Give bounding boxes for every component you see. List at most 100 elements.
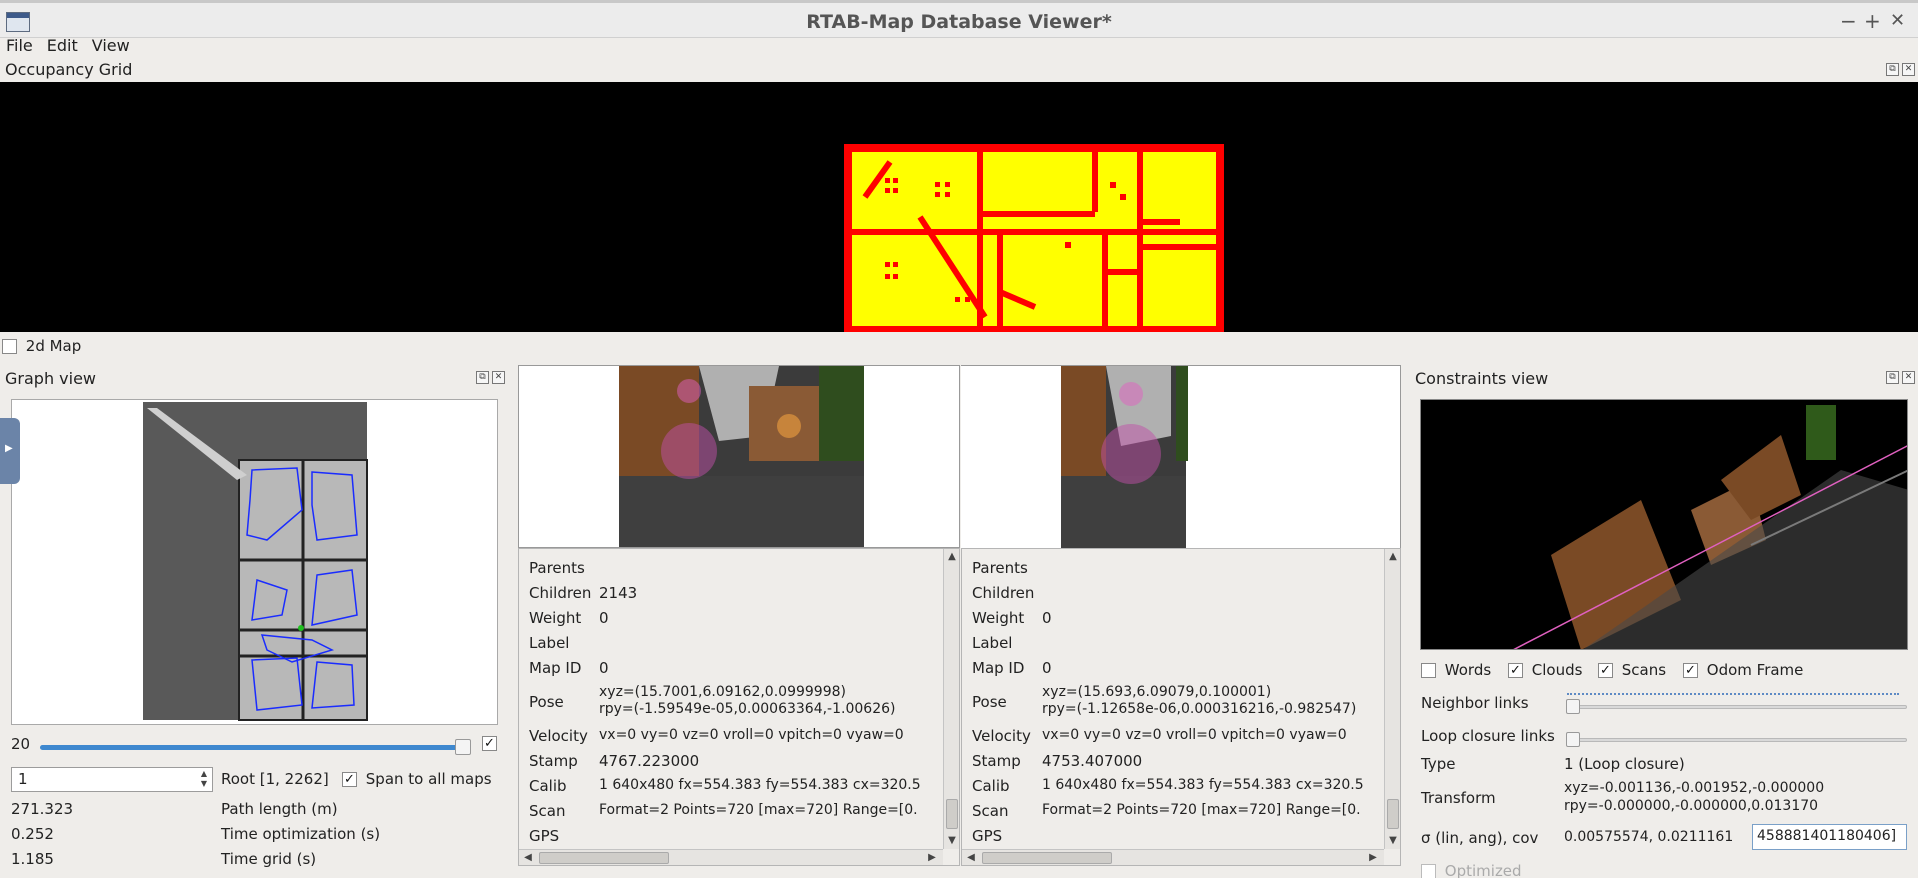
graph-map xyxy=(143,402,368,721)
scroll-thumb[interactable] xyxy=(982,852,1112,864)
occupancy-grid-view[interactable] xyxy=(0,82,1918,332)
clouds-label: Clouds xyxy=(1531,661,1583,679)
clouds-toggle[interactable]: Clouds xyxy=(1508,661,1582,679)
graph-slider-handle[interactable] xyxy=(455,739,471,755)
scans-checkbox[interactable] xyxy=(1598,663,1613,678)
maximize-button[interactable]: + xyxy=(1864,9,1881,33)
scroll-down-icon[interactable]: ▼ xyxy=(945,835,959,846)
graph-view-title: Graph view xyxy=(5,369,97,388)
menu-bar: File Edit View xyxy=(0,34,1918,58)
time-optimization-value: 0.252 xyxy=(11,825,54,843)
float-dock-icon[interactable]: ⧉ xyxy=(1886,371,1899,384)
window-title: RTAB-Map Database Viewer* xyxy=(806,11,1112,33)
root-spinbox-value: 1 xyxy=(18,770,28,788)
scroll-left-icon[interactable]: ◀ xyxy=(521,852,535,863)
optimized-label: Optimized xyxy=(1444,862,1522,878)
graph-view-canvas[interactable] xyxy=(11,399,498,725)
time-grid-value: 1.185 xyxy=(11,850,54,868)
neighbor-links-handle[interactable] xyxy=(1566,699,1580,714)
scroll-right-icon[interactable]: ▶ xyxy=(1366,852,1380,863)
float-dock-icon[interactable]: ⧉ xyxy=(476,371,489,384)
transform-xyz: xyz=-0.001136,-0.001952,-0.000000 xyxy=(1564,780,1825,796)
menu-view[interactable]: View xyxy=(86,34,138,58)
graph-iterations-slider[interactable] xyxy=(40,745,468,750)
constraints-cloud xyxy=(1513,405,1907,649)
odom-frame-toggle[interactable]: Odom Frame xyxy=(1683,661,1803,679)
left-image-view[interactable] xyxy=(518,365,960,548)
close-dock-icon[interactable]: ✕ xyxy=(1902,371,1915,384)
span-maps-checkbox[interactable] xyxy=(342,772,357,787)
loop-closure-links-slider[interactable] xyxy=(1567,738,1907,742)
scroll-up-icon[interactable]: ▲ xyxy=(945,551,959,562)
map2d-label: 2d Map xyxy=(25,337,82,355)
scroll-down-icon[interactable]: ▼ xyxy=(1386,835,1400,846)
menu-edit[interactable]: Edit xyxy=(41,34,86,58)
words-toggle[interactable]: Words xyxy=(1421,661,1491,679)
right-info-vscrollbar[interactable]: ▲ ▼ xyxy=(1384,549,1400,849)
optimized-toggle[interactable]: Optimized xyxy=(1421,862,1522,878)
occupancy-grid-title: Occupancy Grid xyxy=(5,60,133,79)
loop-closure-links-handle[interactable] xyxy=(1566,732,1580,747)
occupancy-map xyxy=(844,144,1224,332)
span-maps-toggle[interactable]: Span to all maps xyxy=(342,770,492,788)
scroll-thumb[interactable] xyxy=(539,852,669,864)
path-length-value: 271.323 xyxy=(11,800,74,818)
right-info-hscrollbar[interactable]: ◀ ▶ xyxy=(962,849,1384,865)
scroll-up-icon[interactable]: ▲ xyxy=(1386,551,1400,562)
type-value: 1 (Loop closure) xyxy=(1564,755,1685,773)
left-camera-image xyxy=(619,366,864,547)
title-bar: RTAB-Map Database Viewer* − + ✕ xyxy=(0,0,1918,38)
right-image-view[interactable] xyxy=(961,365,1401,548)
left-info-vscrollbar[interactable]: ▲ ▼ xyxy=(943,549,959,849)
transform-label: Transform xyxy=(1421,789,1496,807)
scroll-left-icon[interactable]: ◀ xyxy=(964,852,978,863)
neighbor-links-label: Neighbor links xyxy=(1421,694,1529,712)
scans-toggle[interactable]: Scans xyxy=(1598,661,1666,679)
constraints-3d-view[interactable] xyxy=(1420,399,1908,650)
neighbor-links-ticks xyxy=(1567,693,1899,696)
occupancy-dock-buttons: ⧉ ✕ xyxy=(1886,63,1915,76)
map2d-checkbox[interactable] xyxy=(2,339,17,354)
close-dock-icon[interactable]: ✕ xyxy=(492,371,505,384)
clouds-checkbox[interactable] xyxy=(1508,663,1523,678)
left-node-info-table: Parents Children 2143 Weight 0 Label Map I… xyxy=(518,548,960,866)
time-optimization-label: Time optimization (s) xyxy=(221,825,381,843)
path-length-label: Path length (m) xyxy=(221,800,338,818)
neighbor-links-slider[interactable] xyxy=(1567,705,1907,709)
graph-slider-checkbox[interactable] xyxy=(482,736,497,751)
words-label: Words xyxy=(1444,661,1492,679)
root-label: Root [1, 2262] xyxy=(221,770,329,788)
transform-rpy: rpy=-0.000000,-0.000000,0.013170 xyxy=(1564,798,1819,814)
play-icon: ▶ xyxy=(5,443,13,454)
graph-slider-value: 20 xyxy=(11,735,31,753)
words-checkbox[interactable] xyxy=(1421,663,1436,678)
covariance-field[interactable]: 458881401180406] xyxy=(1752,824,1907,850)
sigma-value: 0.00575574, 0.0211161 xyxy=(1564,829,1734,845)
sigma-label: σ (lin, ang), cov xyxy=(1421,829,1539,847)
odom-frame-checkbox[interactable] xyxy=(1683,663,1698,678)
scroll-thumb[interactable] xyxy=(946,799,958,829)
menu-file[interactable]: File xyxy=(0,34,41,58)
constraints-view-title: Constraints view xyxy=(1415,369,1549,388)
span-maps-label: Span to all maps xyxy=(365,770,492,788)
scroll-thumb[interactable] xyxy=(1387,799,1399,829)
constraints-dock-buttons: ⧉ ✕ xyxy=(1886,371,1915,384)
right-camera-image xyxy=(1061,366,1188,548)
close-button[interactable]: ✕ xyxy=(1890,10,1905,31)
right-node-info-table: Parents Children Weight 0 Label Map ID 0 P… xyxy=(961,548,1401,866)
map2d-toggle[interactable]: 2d Map xyxy=(2,337,81,355)
optimized-checkbox[interactable] xyxy=(1421,864,1436,878)
time-grid-label: Time grid (s) xyxy=(221,850,317,868)
side-dock-handle[interactable]: ▶ xyxy=(0,418,20,484)
graph-dock-buttons: ⧉ ✕ xyxy=(476,371,505,384)
close-dock-icon[interactable]: ✕ xyxy=(1902,63,1915,76)
root-spinbox[interactable]: 1 ▲ ▼ xyxy=(11,767,213,792)
loop-closure-links-label: Loop closure links xyxy=(1421,727,1555,745)
left-info-hscrollbar[interactable]: ◀ ▶ xyxy=(519,849,943,865)
minimize-button[interactable]: − xyxy=(1840,9,1857,33)
scroll-right-icon[interactable]: ▶ xyxy=(925,852,939,863)
scans-label: Scans xyxy=(1621,661,1667,679)
spin-arrows-icon[interactable]: ▲ ▼ xyxy=(197,769,211,790)
odom-frame-label: Odom Frame xyxy=(1706,661,1804,679)
float-dock-icon[interactable]: ⧉ xyxy=(1886,63,1899,76)
